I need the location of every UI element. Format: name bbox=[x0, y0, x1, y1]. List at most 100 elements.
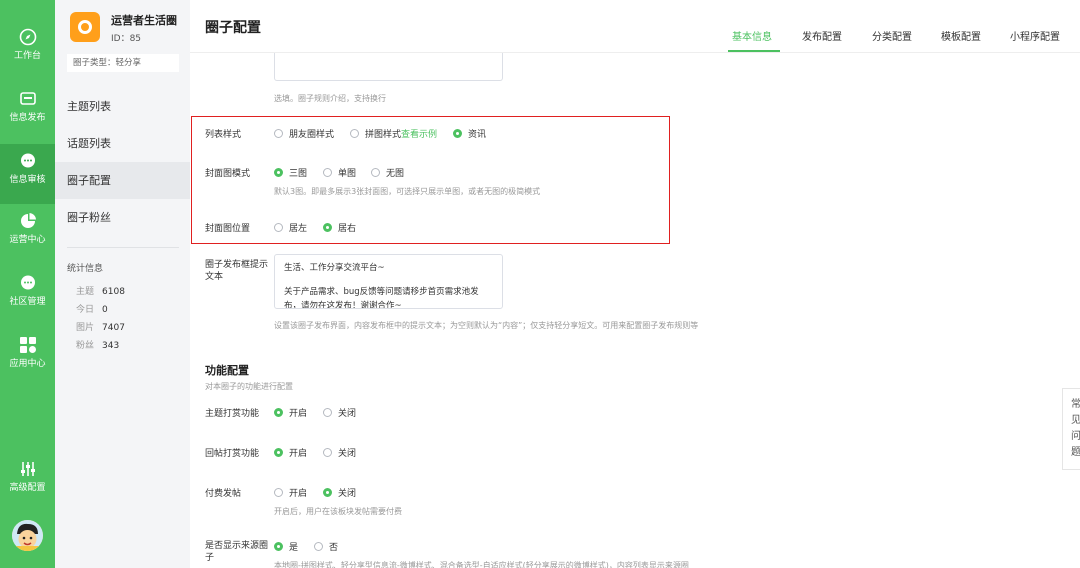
sidebar-divider bbox=[67, 247, 179, 248]
rail-item-label: 高级配置 bbox=[9, 483, 46, 493]
sidebar-item-circle-config[interactable]: 圈子配置 bbox=[55, 162, 190, 199]
radio-label: 是 bbox=[289, 543, 299, 553]
topic-reward-label: 主题打赏功能 bbox=[205, 409, 260, 419]
rail-item-label: 信息发布 bbox=[9, 113, 46, 123]
radio-left[interactable]: 居左 bbox=[274, 221, 307, 234]
chat-dots-icon bbox=[20, 275, 35, 290]
radio-paid-post-off[interactable]: 关闭 bbox=[323, 486, 356, 499]
rail-item-label: 工作台 bbox=[13, 51, 41, 61]
radio-paid-post-on[interactable]: 开启 bbox=[274, 486, 307, 499]
faq-floating-button[interactable]: 常 见 问 题 bbox=[1062, 388, 1080, 470]
prompt-textarea[interactable]: 生活、工作分享交流平台~ 关于产品需求、bug反馈等问题请移步首页需求池发布，请… bbox=[274, 254, 503, 309]
rules-textarea[interactable] bbox=[274, 53, 503, 81]
radio-news-style[interactable]: 资讯 bbox=[453, 127, 486, 140]
radio-circle bbox=[323, 223, 332, 232]
view-example-link[interactable]: 查看示例 bbox=[401, 130, 437, 140]
radio-three-images[interactable]: 三图 bbox=[274, 166, 307, 179]
radio-right[interactable]: 居右 bbox=[323, 221, 356, 234]
avatar-face-icon bbox=[12, 520, 43, 551]
radio-topic-reward-off[interactable]: 关闭 bbox=[323, 406, 356, 419]
radio-label: 关闭 bbox=[338, 449, 357, 459]
radio-label: 拼图样式 bbox=[365, 130, 402, 140]
radio-topic-reward-on[interactable]: 开启 bbox=[274, 406, 307, 419]
main-rail: 工作台 信息发布 信息审核 运营中心 社区管理 应用中心 高级配置 bbox=[0, 0, 55, 568]
faq-char: 常 bbox=[1071, 399, 1080, 410]
radio-moments-style[interactable]: 朋友圈样式 bbox=[274, 127, 334, 140]
circle-logo-icon bbox=[70, 12, 100, 42]
stat-row: 粉丝 343 bbox=[76, 338, 119, 351]
show-source-hint: 本地圈-拼图样式、轻分享型信息流-微博样式、混合备选型-自适应样式(轻分享展示的… bbox=[274, 561, 689, 568]
sidebar-item-topics[interactable]: 主题列表 bbox=[55, 88, 190, 125]
radio-label: 居右 bbox=[338, 224, 357, 234]
tab-publish-config[interactable]: 发布配置 bbox=[802, 28, 842, 43]
rail-item-advanced[interactable]: 高级配置 bbox=[0, 452, 55, 512]
radio-label: 开启 bbox=[289, 409, 308, 419]
sidebar-item-hashtags[interactable]: 话题列表 bbox=[55, 125, 190, 162]
radio-circle bbox=[274, 542, 283, 551]
radio-circle bbox=[323, 168, 332, 177]
rail-item-community[interactable]: 社区管理 bbox=[0, 266, 55, 326]
radio-circle bbox=[274, 408, 283, 417]
compass-icon bbox=[19, 28, 36, 46]
stat-row: 图片 7407 bbox=[76, 320, 125, 333]
reply-reward-label: 回帖打赏功能 bbox=[205, 449, 260, 459]
radio-label: 开启 bbox=[289, 449, 308, 459]
rail-item-label: 应用中心 bbox=[9, 359, 46, 369]
circle-name: 运营者生活圈 bbox=[111, 14, 177, 27]
prompt-line: 关于产品需求、bug反馈等问题请移步首页需求池发布，请勿在这发布！谢谢合作~ bbox=[284, 287, 479, 309]
radio-label: 居左 bbox=[289, 224, 308, 234]
stat-label: 图片 bbox=[76, 323, 95, 333]
tab-miniprogram-config[interactable]: 小程序配置 bbox=[1010, 28, 1060, 43]
tab-category-config[interactable]: 分类配置 bbox=[872, 28, 912, 43]
radio-no-image[interactable]: 无图 bbox=[371, 166, 404, 179]
sidebar-item-fans[interactable]: 圈子粉丝 bbox=[55, 199, 190, 236]
faq-char: 问 bbox=[1071, 431, 1080, 442]
stat-value: 6108 bbox=[102, 287, 125, 297]
function-config-subtitle: 对本圈子的功能进行配置 bbox=[205, 382, 293, 391]
faq-char: 题 bbox=[1071, 447, 1080, 458]
radio-circle bbox=[371, 168, 380, 177]
stat-label: 今日 bbox=[76, 305, 95, 315]
stat-label: 粉丝 bbox=[76, 341, 95, 351]
message-box-icon bbox=[19, 92, 36, 105]
radio-single-image[interactable]: 单图 bbox=[323, 166, 356, 179]
app-window: 工作台 信息发布 信息审核 运营中心 社区管理 应用中心 高级配置 运营者生活圈… bbox=[0, 0, 1080, 568]
stat-value: 343 bbox=[102, 341, 120, 351]
prompt-text-label: 圈子发布框提示文本 bbox=[205, 260, 269, 282]
radio-circle bbox=[323, 448, 332, 457]
show-source-label: 是否显示来源圈子 bbox=[205, 541, 269, 563]
rail-item-apps[interactable]: 应用中心 bbox=[0, 328, 55, 388]
sliders-icon bbox=[20, 462, 35, 476]
user-avatar[interactable] bbox=[12, 520, 43, 551]
paid-post-label: 付费发帖 bbox=[205, 489, 242, 499]
stat-label: 主题 bbox=[76, 287, 95, 297]
rail-item-operations[interactable]: 运营中心 bbox=[0, 204, 55, 264]
circle-type-badge: 圈子类型：轻分享 bbox=[67, 54, 179, 72]
radio-circle bbox=[453, 129, 462, 138]
radio-circle bbox=[274, 223, 283, 232]
stat-value: 7407 bbox=[102, 323, 125, 333]
tab-template-config[interactable]: 模板配置 bbox=[941, 28, 981, 43]
stat-value: 0 bbox=[102, 305, 108, 315]
rail-item-publish[interactable]: 信息发布 bbox=[0, 82, 55, 142]
cover-position-label: 封面图位置 bbox=[205, 224, 251, 234]
radio-circle bbox=[274, 168, 283, 177]
radio-collage-style[interactable]: 拼图样式查看示例 bbox=[350, 127, 437, 140]
radio-reply-reward-on[interactable]: 开启 bbox=[274, 446, 307, 459]
radio-circle bbox=[274, 488, 283, 497]
radio-reply-reward-off[interactable]: 关闭 bbox=[323, 446, 356, 459]
radio-label: 否 bbox=[329, 543, 339, 553]
tab-basic-info[interactable]: 基本信息 bbox=[732, 28, 772, 43]
radio-circle bbox=[323, 488, 332, 497]
radio-label: 朋友圈样式 bbox=[289, 130, 335, 140]
radio-circle bbox=[274, 129, 283, 138]
prompt-hint: 设置该圈子发布界面，内容发布框中的提示文本；为空则默认为“内容”；仅支持轻分享短… bbox=[274, 321, 699, 330]
radio-show-source-no[interactable]: 否 bbox=[314, 540, 338, 553]
rail-item-review[interactable]: 信息审核 bbox=[0, 144, 55, 204]
rail-item-workbench[interactable]: 工作台 bbox=[0, 20, 55, 80]
stat-row: 主题 6108 bbox=[76, 284, 125, 297]
paid-post-hint: 开启后，用户在该板块发帖需要付费 bbox=[274, 507, 402, 516]
rail-item-label: 社区管理 bbox=[9, 297, 46, 307]
radio-show-source-yes[interactable]: 是 bbox=[274, 540, 298, 553]
radio-label: 开启 bbox=[289, 489, 308, 499]
